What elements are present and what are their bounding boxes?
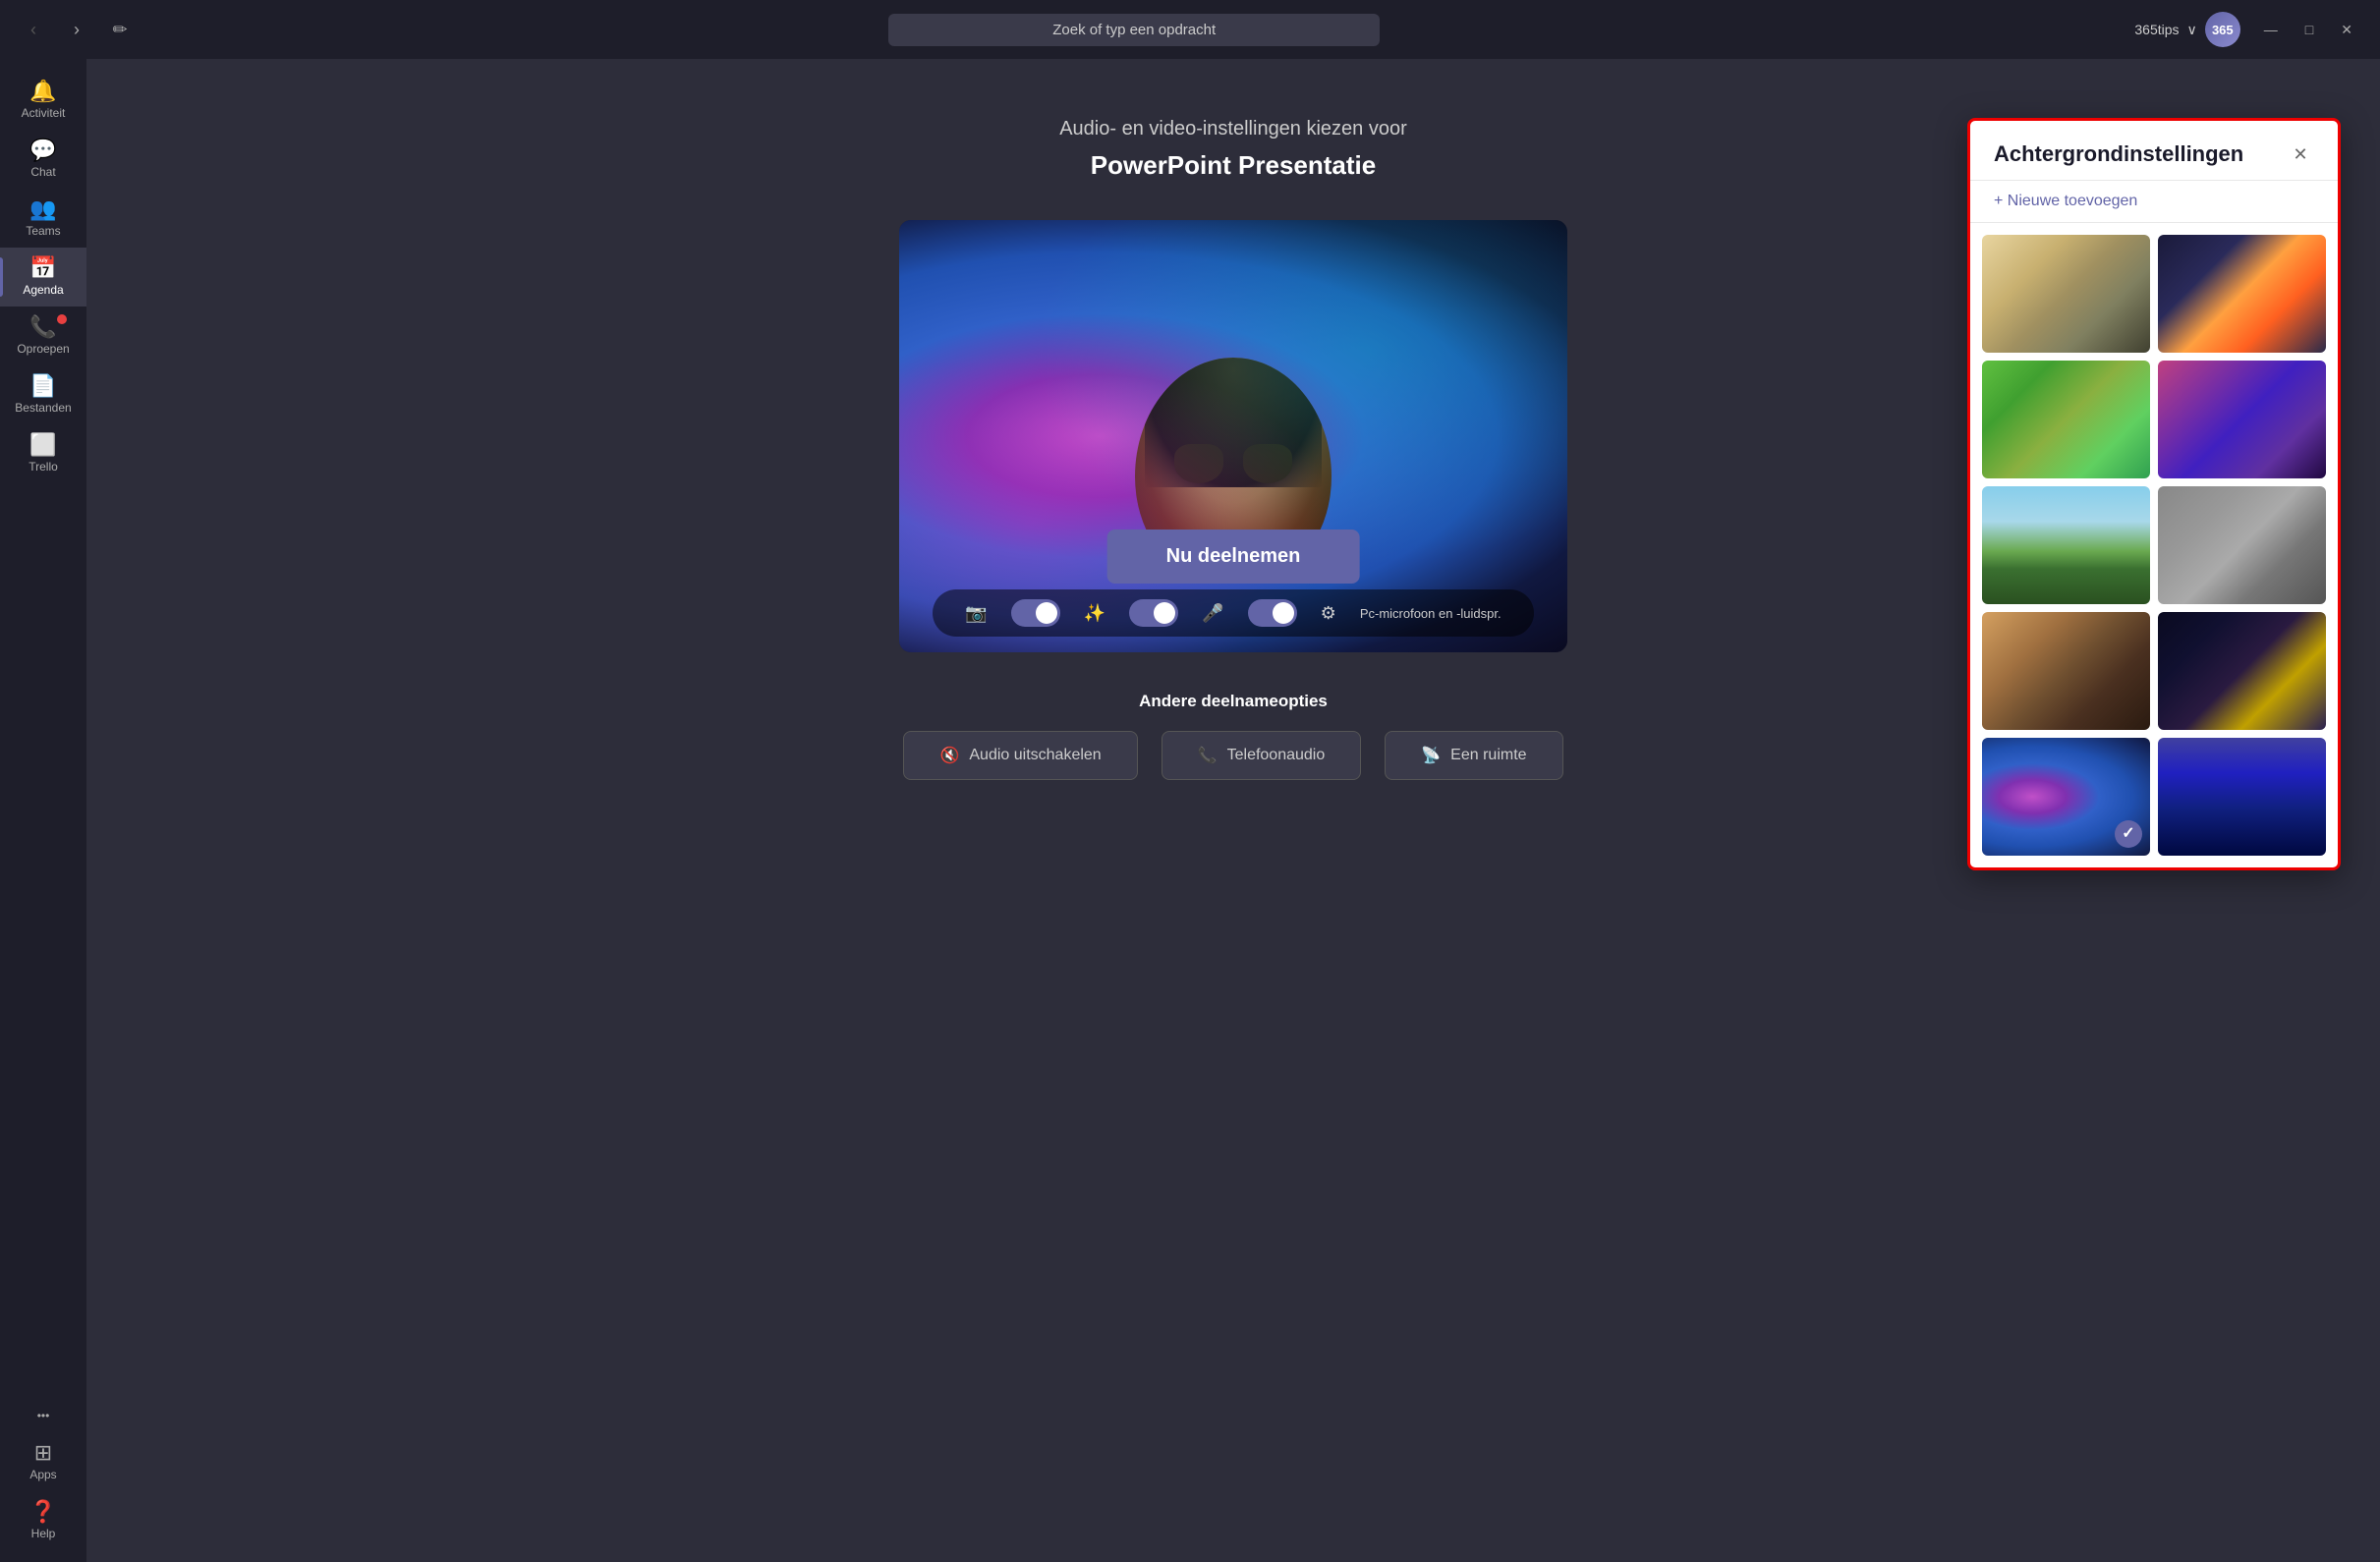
apps-icon: ⊞: [34, 1442, 52, 1464]
sidebar-item-label: Help: [31, 1527, 56, 1540]
add-icon: + Nieuwe toevoegen: [1994, 193, 2137, 210]
sidebar-item-more[interactable]: •••: [0, 1399, 86, 1432]
bg-panel-title: Achtergrondinstellingen: [1994, 141, 2243, 167]
user-name: 365tips: [2134, 22, 2179, 37]
app-body: 🔔 Activiteit 💬 Chat 👥 Teams 📅 Agenda 📞 O…: [0, 59, 2380, 1562]
title-bar: ‹ › ✏ Zoek of typ een opdracht 365tips ∨…: [0, 0, 2380, 59]
trello-icon: ⬜: [29, 434, 56, 456]
bg-thumb-scifi[interactable]: [2158, 235, 2326, 353]
sidebar-item-label: Agenda: [23, 283, 63, 297]
sidebar-item-bestanden[interactable]: 📄 Bestanden: [0, 365, 86, 424]
background-panel: Achtergrondinstellingen ✕ + Nieuwe toevo…: [1967, 118, 2341, 870]
video-preview: Nu deelnemen 📷 ✨ 🎤 ⚙ Pc-microfoon en -lu…: [899, 220, 1567, 652]
sidebar-item-apps[interactable]: ⊞ Apps: [0, 1432, 86, 1491]
effects-icon: ✨: [1084, 603, 1105, 624]
sidebar-item-teams[interactable]: 👥 Teams: [0, 189, 86, 248]
join-options: 🔇 Audio uitschakelen 📞 Telefoonaudio 📡 E…: [903, 731, 1562, 780]
audio-off-icon: 🔇: [939, 746, 959, 765]
microphone-icon: 🎤: [1202, 603, 1223, 624]
settings-icon: ⚙: [1321, 603, 1336, 624]
bg-thumb-classroom[interactable]: [1982, 235, 2150, 353]
audio-off-button[interactable]: 🔇 Audio uitschakelen: [903, 731, 1137, 780]
sidebar-item-label: Chat: [30, 165, 55, 179]
video-camera-icon: 📷: [965, 603, 987, 624]
video-controls: 📷 ✨ 🎤 ⚙ Pc-microfoon en -luidspr.: [933, 589, 1534, 637]
nav-back-button[interactable]: ‹: [20, 16, 47, 43]
bell-icon: 🔔: [29, 81, 56, 102]
room-button[interactable]: 📡 Een ruimte: [1385, 731, 1562, 780]
files-icon: 📄: [29, 375, 56, 397]
bg-panel-close-button[interactable]: ✕: [2287, 140, 2314, 168]
sidebar-bottom: ⊞ Apps ❓ Help: [0, 1432, 86, 1550]
bg-thumb-ruins[interactable]: [2158, 486, 2326, 604]
meeting-subtitle: Audio- en video-instellingen kiezen voor: [1059, 118, 1407, 140]
close-button[interactable]: ✕: [2333, 18, 2360, 42]
sidebar: 🔔 Activiteit 💬 Chat 👥 Teams 📅 Agenda 📞 O…: [0, 59, 86, 1562]
sidebar-item-label: Oproepen: [17, 342, 69, 356]
sidebar-item-chat[interactable]: 💬 Chat: [0, 130, 86, 189]
notification-badge: [57, 314, 67, 324]
bg-thumb-space[interactable]: [2158, 612, 2326, 730]
title-bar-right: 365tips ∨ 365 — □ ✕: [2134, 12, 2360, 47]
room-icon: 📡: [1421, 746, 1441, 765]
bg-panel-add-button[interactable]: + Nieuwe toevoegen: [1970, 181, 2338, 223]
audio-device-label: Pc-microfoon en -luidspr.: [1360, 606, 1502, 621]
join-button[interactable]: Nu deelnemen: [1107, 530, 1360, 584]
user-info[interactable]: 365tips ∨ 365: [2134, 12, 2239, 47]
meeting-title: PowerPoint Presentatie: [1059, 150, 1407, 181]
teams-icon: 👥: [29, 198, 56, 220]
bg-thumb-minecraft2[interactable]: [2158, 361, 2326, 478]
search-area: Zoek of typ een opdracht: [153, 14, 2115, 46]
help-icon: ❓: [29, 1501, 56, 1523]
avatar[interactable]: 365: [2205, 12, 2240, 47]
bg-thumb-galaxy[interactable]: [1982, 738, 2150, 856]
bg-thumbnails-grid: [1970, 223, 2338, 867]
mic-toggle[interactable]: [1248, 599, 1297, 627]
search-box[interactable]: Zoek of typ een opdracht: [888, 14, 1380, 46]
video-toggle[interactable]: [1011, 599, 1060, 627]
sidebar-item-activiteit[interactable]: 🔔 Activiteit: [0, 71, 86, 130]
window-controls: — □ ✕: [2256, 18, 2360, 42]
sidebar-item-label: Trello: [28, 460, 58, 474]
bg-thumb-mountains[interactable]: [1982, 486, 2150, 604]
sidebar-item-label: Teams: [26, 224, 60, 238]
maximize-button[interactable]: □: [2297, 18, 2321, 42]
chat-icon: 💬: [29, 139, 56, 161]
effects-toggle[interactable]: [1129, 599, 1178, 627]
nav-forward-button[interactable]: ›: [63, 16, 90, 43]
more-icon: •••: [37, 1409, 50, 1423]
phone-audio-label: Telefoonaudio: [1227, 747, 1326, 764]
bg-thumb-fantasy[interactable]: [2158, 738, 2326, 856]
audio-off-label: Audio uitschakelen: [969, 747, 1101, 764]
minimize-button[interactable]: —: [2256, 18, 2286, 42]
bg-panel-header: Achtergrondinstellingen ✕: [1970, 121, 2338, 181]
calendar-icon: 📅: [29, 257, 56, 279]
phone-audio-icon: 📞: [1198, 746, 1218, 765]
bg-thumb-arch[interactable]: [1982, 612, 2150, 730]
sidebar-item-label: Activiteit: [22, 106, 66, 120]
bg-thumb-minecraft1[interactable]: [1982, 361, 2150, 478]
meeting-title-area: Audio- en video-instellingen kiezen voor…: [1059, 118, 1407, 181]
phone-icon: 📞: [29, 316, 56, 338]
video-background: [899, 220, 1567, 652]
other-options-label: Andere deelnameopties: [1139, 692, 1328, 711]
phone-audio-button[interactable]: 📞 Telefoonaudio: [1162, 731, 1362, 780]
chevron-down-icon: ∨: [2187, 22, 2197, 38]
nav-controls: ‹ › ✏: [20, 16, 134, 43]
sidebar-item-label: Apps: [29, 1468, 56, 1481]
sidebar-item-help[interactable]: ❓ Help: [0, 1491, 86, 1550]
main-content: Audio- en video-instellingen kiezen voor…: [86, 59, 2380, 1562]
compose-icon[interactable]: ✏: [106, 16, 134, 43]
sidebar-item-oproepen[interactable]: 📞 Oproepen: [0, 307, 86, 365]
room-label: Een ruimte: [1450, 747, 1526, 764]
sidebar-item-trello[interactable]: ⬜ Trello: [0, 424, 86, 483]
sidebar-item-agenda[interactable]: 📅 Agenda: [0, 248, 86, 307]
sidebar-item-label: Bestanden: [15, 401, 71, 415]
